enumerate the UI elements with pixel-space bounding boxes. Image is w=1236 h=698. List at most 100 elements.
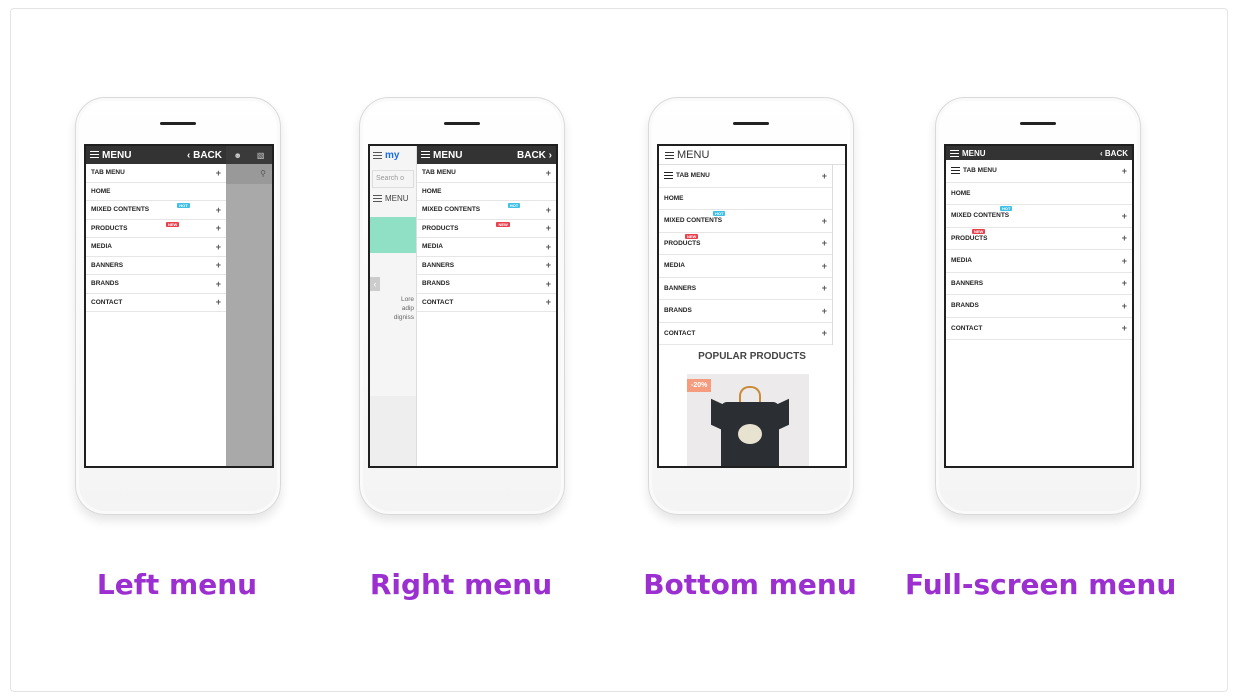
menu-item-media[interactable]: MEDIA + — [659, 255, 832, 278]
site-logo[interactable]: my — [385, 150, 399, 161]
menu-item-label: HOME — [91, 187, 111, 195]
menu-item-label-wrap: TAB MENU — [951, 167, 997, 174]
hamburger-icon — [950, 149, 959, 157]
menu-item-label: MEDIA — [91, 243, 112, 251]
expand-plus-icon[interactable]: + — [822, 261, 827, 271]
hamburger-icon — [373, 195, 382, 202]
expand-plus-icon[interactable]: + — [1122, 256, 1127, 266]
expand-plus-icon[interactable]: + — [546, 168, 551, 178]
expand-plus-icon[interactable]: + — [1122, 278, 1127, 288]
expand-plus-icon[interactable]: + — [1122, 166, 1127, 176]
caption-right-menu: Right menu — [369, 568, 553, 601]
hamburger-icon — [664, 172, 673, 180]
menu-item-label: PRODUCTS — [91, 224, 128, 232]
menu-item-banners[interactable]: BANNERS + — [86, 257, 226, 275]
menu-item-tab-menu[interactable]: TAB MENU + — [417, 164, 556, 183]
bg-header: my — [370, 146, 416, 164]
menu-item-home[interactable]: HOME — [417, 183, 556, 201]
menu-item-tab-menu[interactable]: TAB MENU + — [946, 160, 1132, 183]
menu-item-brands[interactable]: BRANDS + — [86, 275, 226, 294]
back-button[interactable]: ‹ BACK — [187, 150, 222, 161]
menu-item-label: BANNERS — [951, 279, 984, 287]
menu-item-label: CONTACT — [664, 329, 696, 337]
menu-item-mixed-contents[interactable]: MIXED CONTENTS HOT + — [86, 201, 226, 220]
expand-plus-icon[interactable]: + — [546, 279, 551, 289]
page-overlay[interactable]: ☻ ▧ ⚲ — [226, 146, 272, 466]
menu-item-contact[interactable]: CONTACT + — [946, 318, 1132, 340]
expand-plus-icon[interactable]: + — [822, 238, 827, 248]
expand-plus-icon[interactable]: + — [216, 297, 221, 307]
product-card[interactable]: -20% — [687, 374, 809, 466]
menu-item-products[interactable]: PRODUCTS NEW + — [946, 228, 1132, 250]
menu-item-mixed-contents[interactable]: MIXED CONTENTS HOT + — [417, 201, 556, 220]
menu-item-label: BRANDS — [91, 280, 119, 288]
menu-item-media[interactable]: MEDIA + — [86, 238, 226, 257]
hot-badge: HOT — [507, 203, 521, 209]
menu-item-label: MIXED CONTENTS — [422, 206, 481, 214]
expand-plus-icon[interactable]: + — [1122, 233, 1127, 243]
menu-item-brands[interactable]: BRANDS + — [659, 300, 832, 323]
menu-header: MENU ‹ BACK — [946, 146, 1132, 160]
menu-item-home[interactable]: HOME — [86, 183, 226, 201]
menu-item-products[interactable]: PRODUCTS NEW + — [417, 220, 556, 238]
menu-item-banners[interactable]: BANNERS + — [946, 273, 1132, 295]
expand-plus-icon[interactable]: + — [546, 260, 551, 270]
page-topbar: ☻ ▧ — [226, 146, 272, 164]
expand-plus-icon[interactable]: + — [216, 168, 221, 178]
phone-left-menu: ☻ ▧ ⚲ MENU ‹ BACK TAB MENU + HOME MIXED CON… — [75, 97, 281, 515]
expand-plus-icon[interactable]: + — [1122, 301, 1127, 311]
menu-item-tab-menu[interactable]: TAB MENU + — [86, 164, 226, 183]
hot-badge: HOT — [177, 203, 190, 209]
expand-plus-icon[interactable]: + — [822, 171, 827, 181]
expand-plus-icon[interactable]: + — [546, 205, 551, 215]
search-input[interactable]: Search o — [372, 170, 414, 188]
expand-plus-icon[interactable]: + — [1122, 323, 1127, 333]
search-icon[interactable]: ⚲ — [226, 164, 272, 184]
menu-item-products[interactable]: PRODUCTS NEW + — [86, 220, 226, 238]
menu-item-label: BRANDS — [664, 307, 692, 315]
hot-badge: HOT — [1000, 206, 1013, 211]
menu-item-mixed-contents[interactable]: MIXED CONTENTS HOT + — [946, 205, 1132, 228]
hamburger-icon — [665, 151, 674, 159]
expand-plus-icon[interactable]: + — [822, 306, 827, 316]
menu-item-contact[interactable]: CONTACT + — [86, 294, 226, 312]
phone-screen: my Search o MENU ‹ Lore adip digniss MEN… — [368, 144, 558, 468]
prev-arrow-icon[interactable]: ‹ — [370, 277, 380, 291]
expand-plus-icon[interactable]: + — [822, 216, 827, 226]
menu-item-contact[interactable]: CONTACT + — [659, 323, 832, 345]
menu-item-label: MEDIA — [664, 262, 685, 270]
bg-menu[interactable]: MENU — [370, 194, 416, 203]
menu-item-home[interactable]: HOME — [659, 188, 832, 210]
expand-plus-icon[interactable]: + — [546, 242, 551, 252]
expand-plus-icon[interactable]: + — [216, 260, 221, 270]
menu-item-banners[interactable]: BANNERS + — [417, 257, 556, 275]
menu-item-brands[interactable]: BRANDS + — [417, 275, 556, 294]
back-button[interactable]: BACK › — [517, 150, 552, 161]
expand-plus-icon[interactable]: + — [216, 242, 221, 252]
menu-item-contact[interactable]: CONTACT + — [417, 294, 556, 312]
expand-plus-icon[interactable]: + — [216, 205, 221, 215]
menu-item-label: MIXED CONTENTS — [951, 212, 1010, 220]
expand-plus-icon[interactable]: + — [546, 223, 551, 233]
menu-item-media[interactable]: MEDIA + — [417, 238, 556, 257]
expand-plus-icon[interactable]: + — [216, 279, 221, 289]
expand-plus-icon[interactable]: + — [822, 328, 827, 338]
menu-item-label-wrap: TAB MENU — [664, 172, 710, 179]
phone-screen: MENU TAB MENU + HOME MIXED CONTENTS HOT + PROD… — [657, 144, 847, 468]
menu-header[interactable]: MENU — [659, 146, 845, 165]
menu-list: TAB MENU + HOME MIXED CONTENTS HOT + PRODUCTS N… — [417, 164, 556, 312]
cart-icon[interactable]: ▧ — [257, 151, 265, 160]
menu-item-home[interactable]: HOME — [946, 183, 1132, 205]
expand-plus-icon[interactable]: + — [1122, 211, 1127, 221]
expand-plus-icon[interactable]: + — [216, 223, 221, 233]
expand-plus-icon[interactable]: + — [546, 297, 551, 307]
user-icon[interactable]: ☻ — [234, 151, 242, 160]
menu-item-products[interactable]: PRODUCTS NEW + — [659, 233, 832, 255]
menu-item-banners[interactable]: BANNERS + — [659, 278, 832, 300]
menu-item-media[interactable]: MEDIA + — [946, 250, 1132, 273]
menu-item-tab-menu[interactable]: TAB MENU + — [659, 165, 832, 188]
menu-item-brands[interactable]: BRANDS + — [946, 295, 1132, 318]
expand-plus-icon[interactable]: + — [822, 283, 827, 293]
back-button[interactable]: ‹ BACK — [1100, 149, 1128, 158]
menu-item-mixed-contents[interactable]: MIXED CONTENTS HOT + — [659, 210, 832, 233]
